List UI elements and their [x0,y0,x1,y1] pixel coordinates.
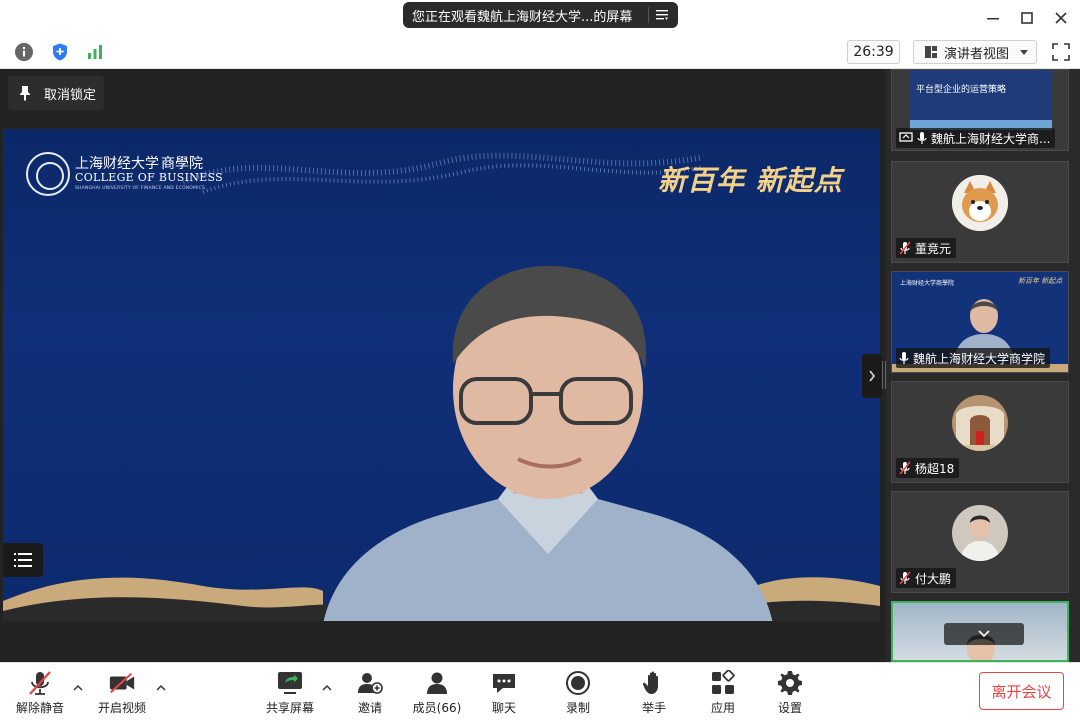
unpin-button[interactable]: 取消锁定 [8,76,104,110]
chevron-up-icon[interactable] [156,683,166,693]
title-bar: 您正在观看魏航上海财经大学...的屏幕 [0,0,1080,36]
logo-english: COLLEGE OF BUSINESS [75,171,224,184]
raise-hand-button[interactable]: 举手 [634,669,674,717]
unmute-button[interactable]: 解除静音 [14,669,66,717]
record-icon [564,669,592,697]
mic-icon [917,132,927,144]
logo-subtitle: SHANGHAI UNIVERSITY OF FINANCE AND ECONO… [75,186,206,191]
view-mode-dropdown[interactable]: 演讲者视图 [913,40,1037,64]
chevron-up-icon[interactable] [73,683,83,693]
menu-icon[interactable] [655,8,669,22]
info-icon[interactable] [14,42,34,62]
mic-muted-icon [26,669,54,697]
participant-tile[interactable]: 付大鹏 [891,491,1069,593]
share-banner-text: 您正在观看魏航上海财经大学...的屏幕 [412,9,633,25]
settings-icon [776,669,804,697]
collapse-sidebar-button[interactable] [862,354,882,398]
chevron-down-icon [978,630,990,638]
share-screen-button[interactable]: 共享屏幕 [264,669,316,717]
raise-hand-icon [640,669,668,697]
building-avatar-icon [952,395,1008,451]
invite-button[interactable]: 邀请 [350,669,390,717]
bottom-toolbar: 解除静音 开启视频 共享屏幕 邀请 成员(66) 聊天 录制 举手 应用 设置 … [0,662,1080,720]
maximize-icon[interactable] [1017,8,1037,28]
participant-tile[interactable]: 平台型企业的运营策略 魏航上海财经大学商... [891,69,1069,151]
participant-name: 董竞元 [896,238,957,258]
wave-decoration [183,152,703,194]
slogan-text: 新百年 新起点 [658,164,843,197]
shield-icon[interactable] [50,42,70,62]
avatar [952,395,1008,451]
mic-muted-icon [899,461,911,475]
avatar [952,175,1008,231]
logo-chinese: 上海财经大学 商學院 [75,156,203,172]
chat-button[interactable]: 聊天 [484,669,524,717]
chevron-right-icon [869,370,876,382]
screen-share-icon [899,132,913,142]
school-seal-logo [26,152,70,196]
unpin-label: 取消锁定 [44,87,97,103]
start-video-button[interactable]: 开启视频 [96,669,148,717]
share-screen-icon [276,669,304,697]
settings-button[interactable]: 设置 [770,669,810,717]
mic-icon [899,352,909,364]
participant-tile[interactable]: 杨超18 [891,381,1069,483]
mic-muted-icon [899,571,911,585]
participant-tile[interactable]: 董竞元 [891,161,1069,263]
share-banner[interactable]: 您正在观看魏航上海财经大学...的屏幕 [403,2,678,28]
meeting-timer: 26:39 [847,40,900,64]
speaker-person [323,265,773,621]
participant-name: 付大鹏 [896,568,957,588]
signal-icon[interactable] [85,42,105,62]
apps-button[interactable]: 应用 [703,669,743,717]
invite-icon [356,669,384,697]
pin-icon [20,86,30,101]
layout-icon [925,46,937,58]
avatar [952,505,1008,561]
expand-button[interactable] [944,623,1024,645]
participant-name: 魏航上海财经大学商... [896,128,1056,148]
minimize-icon[interactable] [983,8,1003,28]
members-icon [423,669,451,697]
participant-sidebar: 平台型企业的运营策略 魏航上海财经大学商... 董竞元 上海财经大学商學院 新百… [886,69,1080,662]
participant-tile-active[interactable] [891,601,1069,662]
leave-meeting-button[interactable]: 离开会议 [979,672,1064,710]
chevron-up-icon[interactable] [322,683,332,693]
list-button[interactable] [3,543,43,577]
view-mode-label: 演讲者视图 [944,46,1010,62]
dog-avatar-icon [952,175,1008,231]
camera-off-icon [108,669,136,697]
chevron-down-icon [1020,50,1028,55]
mic-muted-icon [899,241,911,255]
screen-thumbnail: 平台型企业的运营策略 [910,70,1052,130]
record-button[interactable]: 录制 [558,669,598,717]
list-icon [14,553,32,567]
info-bar: 26:39 演讲者视图 [0,36,1080,69]
fullscreen-icon[interactable] [1051,42,1071,62]
main-stage: 取消锁定 上海财经大学 商學院 COLLEGE OF BUSINESS SHANG… [0,69,886,662]
speaker-video[interactable]: 上海财经大学 商學院 COLLEGE OF BUSINESS SHANGHAI U… [3,129,880,621]
chat-icon [490,669,518,697]
apps-icon [709,669,737,697]
participant-tile[interactable]: 上海财经大学商學院 新百年 新起点 魏航上海财经大学商学院 [891,271,1069,373]
members-button[interactable]: 成员(66) [412,669,462,717]
person-avatar-icon [952,505,1008,561]
participant-name: 魏航上海财经大学商学院 [896,348,1051,368]
participant-name: 杨超18 [896,458,960,478]
close-icon[interactable] [1051,8,1071,28]
